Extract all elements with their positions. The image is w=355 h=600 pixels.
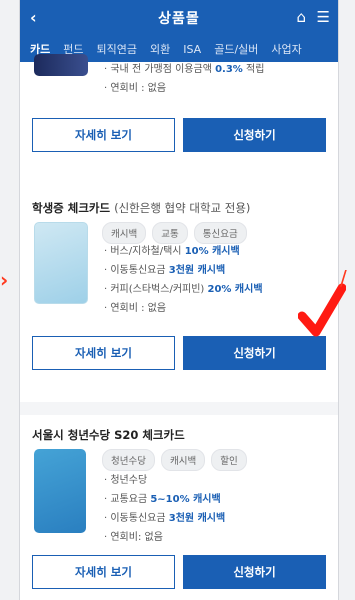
- list-item: · 버스/지하철/택시 10% 캐시백: [104, 246, 240, 257]
- phone-screen: ‹ 상품몰 ⌂ ☰ 카드 펀드 퇴직연금 외환 ISA 골드/실버 사업자 · …: [20, 0, 338, 600]
- pointer-arrow-icon: /: [340, 266, 347, 290]
- card-image: [34, 449, 86, 533]
- list-item: · 이동통신요금 3천원 캐시백: [104, 265, 226, 276]
- tab-isa[interactable]: ISA: [183, 43, 201, 56]
- list-item: · 국내 전 가맹점 이용금액 0.3% 적립: [104, 64, 265, 75]
- list-item: · 연회비 : 없음: [104, 83, 167, 94]
- list-item: · 이동통신요금 3천원 캐시백: [104, 513, 226, 524]
- tag-list: 캐시백 교통 통신요금: [102, 222, 247, 244]
- card-benefits: · 청년수당 · 교통요금 5~10% 캐시백 · 이동통신요금 3천원 캐시백…: [104, 471, 225, 547]
- tag-telecom: 통신요금: [193, 222, 247, 244]
- tag-cashback: 캐시백: [102, 222, 147, 244]
- tag-discount: 할인: [211, 449, 247, 471]
- card-actions: 자세히 보기 신청하기: [32, 118, 326, 152]
- card-benefits: · 버스/지하철/택시 10% 캐시백 · 이동통신요금 3천원 캐시백 · 커…: [104, 242, 263, 318]
- card-benefits: · 국내 전 가맹점 이용금액 0.3% 적립 · 연회비 : 없음: [104, 60, 264, 98]
- list-item: · 연회비 : 없음: [104, 303, 167, 314]
- back-icon[interactable]: ‹: [30, 8, 37, 27]
- tab-forex[interactable]: 외환: [150, 41, 170, 57]
- card-image: [34, 54, 88, 76]
- detail-button[interactable]: 자세히 보기: [32, 336, 175, 370]
- tag-list: 청년수당 캐시백 할인: [102, 449, 247, 471]
- list-item: · 청년수당: [104, 475, 148, 486]
- list-item: · 교통요금 5~10% 캐시백: [104, 494, 221, 505]
- apply-button[interactable]: 신청하기: [183, 555, 326, 589]
- pointer-arrow-icon: ›: [0, 268, 9, 292]
- card-product-2: 학생증 체크카드 (신한은행 협약 대학교 전용) 캐시백 교통 통신요금 · …: [20, 188, 338, 402]
- page-title: 상품몰: [158, 11, 200, 27]
- tag-transport: 교통: [152, 222, 188, 244]
- card-actions: 자세히 보기 신청하기: [32, 555, 326, 589]
- menu-icon[interactable]: ☰: [317, 8, 330, 26]
- list-item: · 연회비: 없음: [104, 532, 163, 543]
- checkmark-icon: [298, 283, 346, 337]
- card-image: [34, 222, 88, 304]
- tab-business[interactable]: 사업자: [271, 41, 301, 57]
- card-product-3: 서울시 청년수당 S20 체크카드 청년수당 캐시백 할인 · 청년수당 · 교…: [20, 415, 338, 600]
- product-title: 서울시 청년수당 S20 체크카드: [32, 428, 185, 442]
- tag-cashback: 캐시백: [160, 449, 206, 471]
- product-title: 학생증 체크카드 (신한은행 협약 대학교 전용): [32, 201, 251, 215]
- app-bar: ‹ 상품몰 ⌂ ☰: [20, 0, 338, 36]
- detail-button[interactable]: 자세히 보기: [32, 118, 175, 152]
- list-item: · 커피(스타벅스/커피빈) 20% 캐시백: [104, 284, 263, 295]
- tab-pension[interactable]: 퇴직연금: [97, 41, 137, 57]
- apply-button[interactable]: 신청하기: [183, 118, 326, 152]
- tag-youth-allowance: 청년수당: [102, 449, 155, 471]
- home-icon[interactable]: ⌂: [296, 8, 306, 26]
- tab-gold-silver[interactable]: 골드/실버: [214, 41, 258, 57]
- detail-button[interactable]: 자세히 보기: [32, 555, 175, 589]
- card-actions: 자세히 보기 신청하기: [32, 336, 326, 370]
